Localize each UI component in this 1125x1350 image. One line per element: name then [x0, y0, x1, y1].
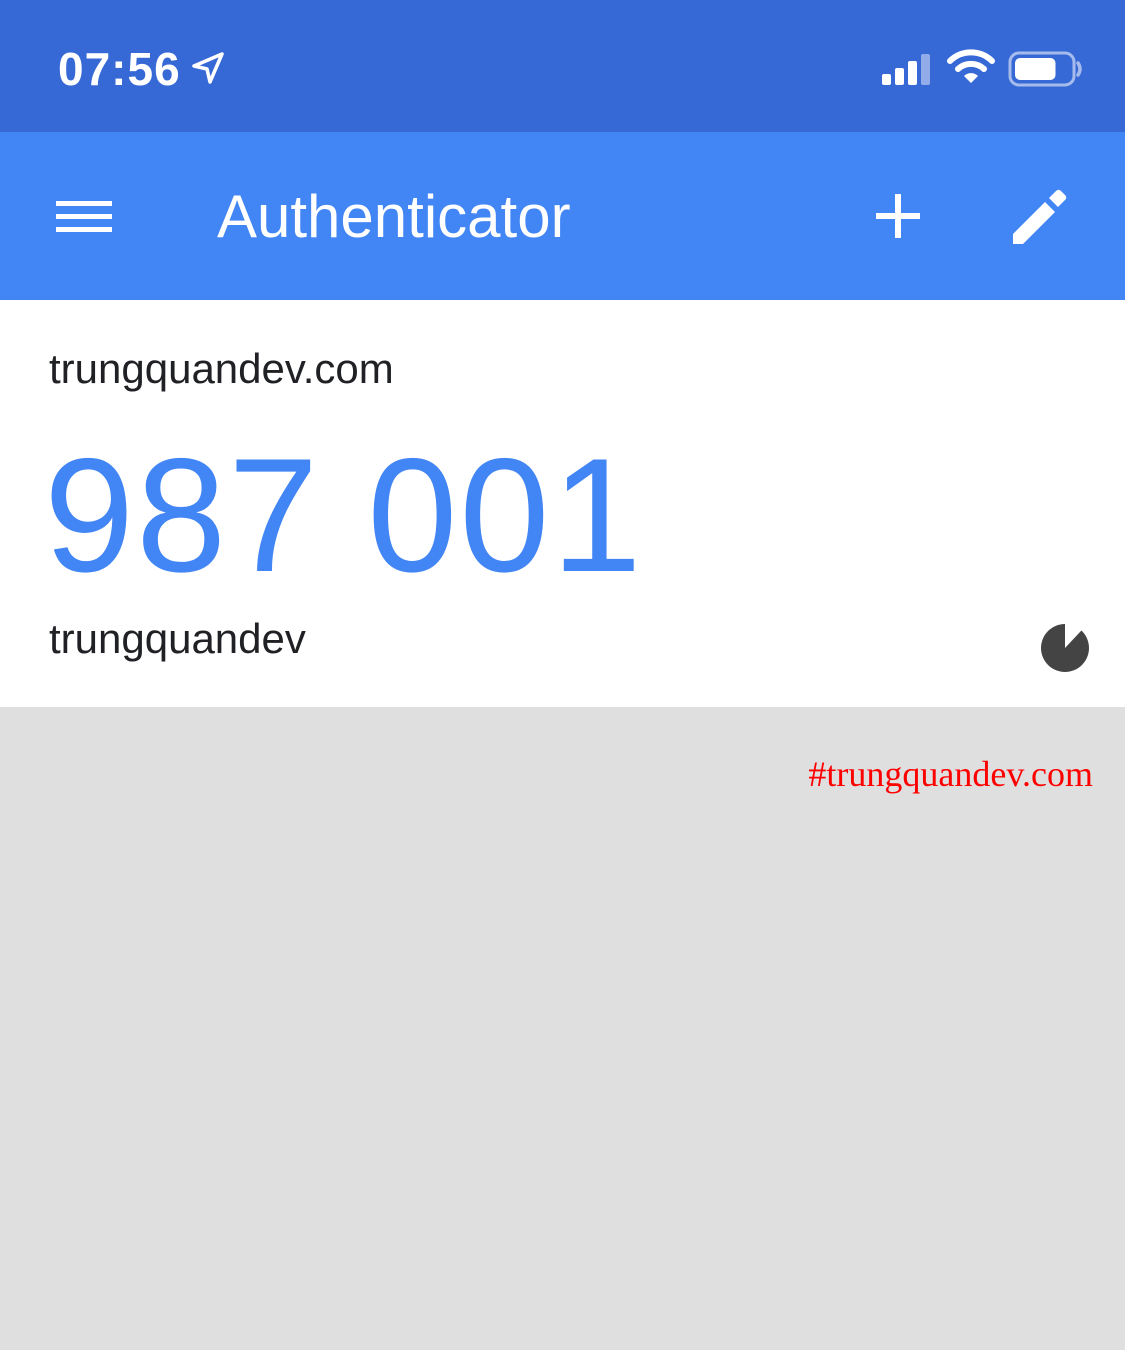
pencil-icon	[1013, 189, 1067, 244]
location-arrow-icon	[192, 52, 224, 84]
account-name: trungquandev	[49, 615, 306, 662]
authenticator-screen: 07:56 Authenticator trungquandev.com 987…	[0, 0, 1125, 1350]
account-card[interactable]: trungquandev.com 987 001 trungquandev	[0, 300, 1125, 707]
otp-code[interactable]: 987 001	[44, 426, 644, 606]
plus-icon	[876, 194, 920, 238]
wifi-icon	[947, 49, 995, 83]
menu-button[interactable]	[44, 180, 124, 252]
status-time: 07:56	[58, 43, 181, 95]
app-bar: Authenticator	[0, 132, 1125, 300]
hamburger-menu-icon	[56, 201, 112, 232]
account-issuer: trungquandev.com	[49, 345, 394, 392]
watermark-text: #trungquandev.com	[808, 754, 1093, 794]
edit-button[interactable]	[1000, 176, 1080, 256]
countdown-timer-icon	[1041, 623, 1089, 672]
battery-icon	[1008, 51, 1082, 87]
add-account-button[interactable]	[860, 178, 936, 254]
status-bar: 07:56	[0, 0, 1125, 132]
cellular-signal-icon	[882, 54, 930, 85]
app-title: Authenticator	[217, 183, 571, 250]
